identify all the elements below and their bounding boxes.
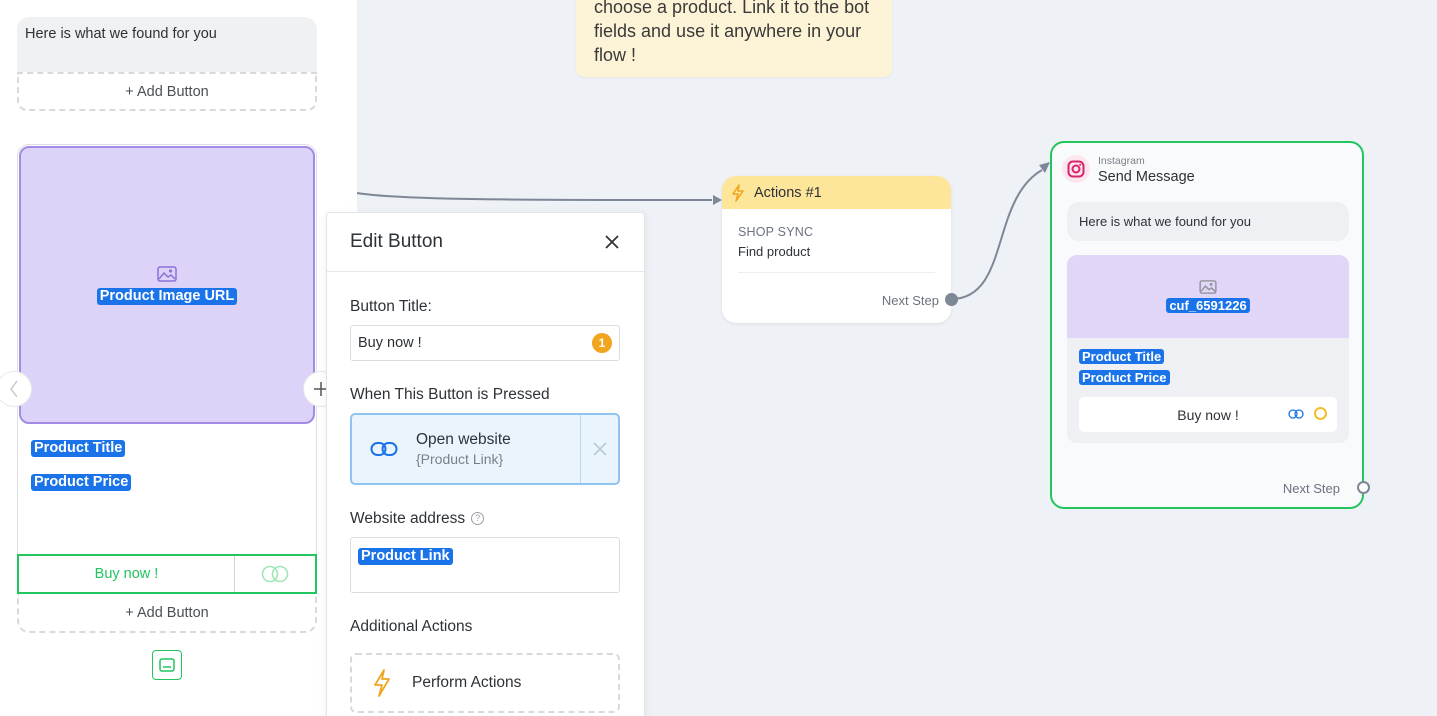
edit-button-panel: Edit Button Button Title: Buy now ! 1 Wh…: [326, 212, 645, 716]
preview-toggle-button[interactable]: [152, 650, 182, 680]
title-tag: Product Title: [31, 440, 126, 457]
image-field-tag: cuf_6591226: [1166, 298, 1250, 313]
message-text: Here is what we found for you: [1079, 214, 1251, 229]
title-tag: Product Title: [1079, 349, 1165, 364]
card-button-row[interactable]: Buy now !: [17, 554, 317, 594]
image-icon: [157, 265, 177, 282]
status-ring-icon: [1314, 407, 1327, 420]
message-bubble[interactable]: Here is what we found for you: [17, 17, 317, 72]
card-title[interactable]: Product Title: [31, 439, 126, 457]
website-address-label: Website address?: [350, 510, 485, 528]
add-button[interactable]: + Add Button: [17, 72, 317, 111]
website-address-text: Website address: [350, 510, 466, 527]
action-sub: {Product Link}: [416, 451, 504, 467]
connector-to-actions: [356, 192, 713, 201]
message-editor-panel: Here is what we found for you + Add Butt…: [0, 0, 357, 716]
price-tag: Product Price: [1079, 370, 1170, 385]
perform-actions-button[interactable]: Perform Actions: [350, 653, 620, 713]
chevron-left-icon: [10, 380, 18, 398]
link-icon: [1288, 408, 1304, 419]
remove-action-button[interactable]: [580, 415, 618, 483]
card-image-area[interactable]: Product Image URL: [19, 146, 315, 424]
next-step-label: Next Step: [881, 293, 939, 308]
buy-now-button[interactable]: Buy now !: [19, 556, 235, 592]
close-icon: [605, 235, 619, 249]
next-step-label: Next Step: [1282, 481, 1340, 496]
connector-to-instagram: [950, 169, 1043, 300]
help-icon[interactable]: ?: [471, 511, 485, 525]
image-url-tag: Product Image URL: [96, 287, 238, 305]
note-text: choose a product. Link it to the bot fie…: [594, 0, 870, 65]
product-link-tag: Product Link: [358, 548, 453, 565]
message-text: Here is what we found for you: [25, 26, 217, 42]
flow-canvas[interactable]: choose a product. Link it to the bot fie…: [0, 0, 1437, 716]
sticky-note[interactable]: choose a product. Link it to the bot fie…: [576, 0, 892, 77]
next-step-handle[interactable]: [1357, 481, 1370, 494]
card-price[interactable]: Product Price: [31, 473, 132, 491]
add-button-2[interactable]: + Add Button: [17, 594, 317, 633]
connector-arrow-actions: [713, 195, 722, 205]
bolt-icon: [374, 669, 390, 697]
link-icon-button[interactable]: [235, 556, 315, 592]
perform-actions-label: Perform Actions: [412, 674, 522, 691]
char-count-badge: 1: [592, 333, 612, 353]
actions-node[interactable]: Actions #1 SHOP SYNC Find product Next S…: [722, 176, 951, 323]
link-icon: [261, 565, 289, 583]
when-pressed-label: When This Button is Pressed: [350, 386, 550, 403]
button-title-input[interactable]: Buy now ! 1: [350, 325, 620, 361]
link-icon: [370, 442, 398, 456]
connector-arrow-instagram: [1039, 162, 1050, 173]
next-step-handle[interactable]: [945, 293, 958, 306]
buy-now-button-preview: Buy now !: [1079, 397, 1337, 432]
button-title-label: Button Title:: [350, 298, 432, 315]
action-name: Find product: [738, 244, 811, 259]
additional-actions-label: Additional Actions: [350, 618, 473, 635]
action-name: Open website: [416, 431, 511, 448]
action-category: SHOP SYNC: [738, 225, 814, 239]
bolt-icon: [732, 183, 744, 202]
instagram-send-message-node[interactable]: Instagram Send Message Here is what we f…: [1050, 141, 1364, 509]
product-card-preview: cuf_6591226 Product Title Product Price …: [1067, 255, 1349, 443]
actions-node-header: Actions #1: [722, 176, 951, 209]
laptop-icon: [159, 658, 175, 672]
price-tag: Product Price: [31, 474, 132, 491]
message-bubble: Here is what we found for you: [1067, 202, 1349, 241]
instagram-logo-icon: [1067, 160, 1085, 178]
card-image-area: cuf_6591226: [1067, 255, 1349, 338]
actions-node-title: Actions #1: [754, 184, 822, 201]
close-icon: [592, 442, 607, 456]
buy-now-label: Buy now !: [1177, 406, 1239, 423]
image-icon: [1199, 280, 1217, 294]
edit-panel-title: Edit Button: [350, 231, 443, 252]
open-website-action[interactable]: Open website {Product Link}: [350, 413, 620, 485]
divider: [738, 272, 935, 273]
node-title: Send Message: [1098, 169, 1195, 185]
close-button[interactable]: [602, 232, 622, 252]
button-title-value: Buy now !: [358, 335, 422, 351]
instagram-icon: [1062, 155, 1090, 183]
edit-panel-header: Edit Button: [327, 213, 644, 272]
website-address-input[interactable]: Product Link: [350, 537, 620, 593]
node-platform: Instagram: [1098, 155, 1145, 167]
